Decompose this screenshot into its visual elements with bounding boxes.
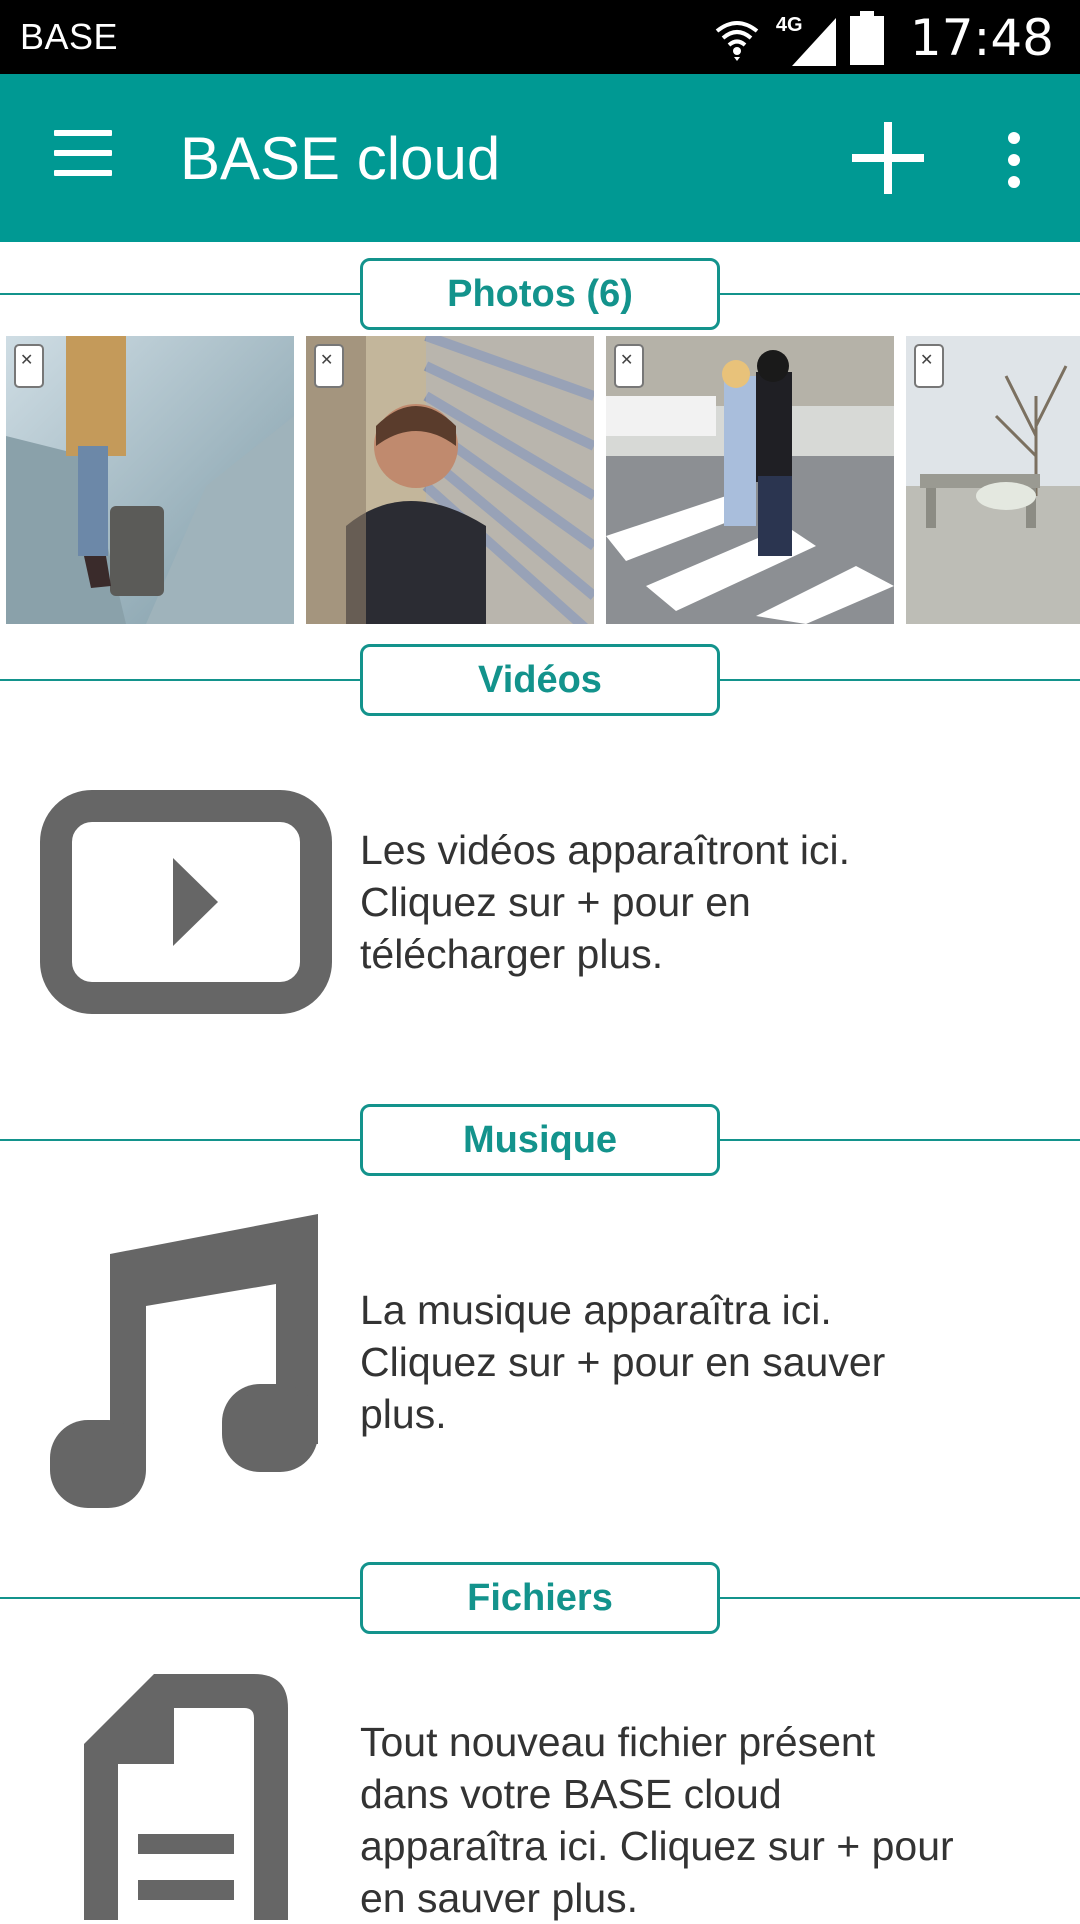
music-empty-text: La musique apparaîtra ici. Cliquez sur +… [360,1284,1040,1440]
text-line: télécharger plus. [360,931,664,977]
phone-badge-icon [614,344,644,388]
photo-image [306,336,594,624]
music-header-button[interactable]: Musique [360,1104,720,1176]
photos-section-header: Photos (6) [0,258,1080,330]
phone-badge-icon [914,344,944,388]
clock: 17:48 [909,9,1054,67]
photo-image [606,336,894,624]
photo-image [6,336,294,624]
photo-thumbnail[interactable] [6,336,294,624]
text-line: Cliquez sur + pour en sauver [360,1339,886,1385]
music-section-header: Musique [0,1104,1080,1176]
status-icons: 4G 17:48 [712,8,1054,68]
app-bar: BASE cloud [0,74,1080,242]
more-vertical-icon[interactable] [1000,132,1028,188]
wifi-icon [715,21,759,61]
phone-badge-icon [314,344,344,388]
files-empty-text: Tout nouveau fichier présent dans votre … [360,1716,1040,1924]
text-line: Les vidéos apparaîtront ici. [360,827,850,873]
text-line: en sauver plus. [360,1875,639,1921]
videos-empty-text: Les vidéos apparaîtront ici. Cliquez sur… [360,824,1040,980]
carrier-name: BASE [20,16,119,57]
photo-thumbnail[interactable] [906,336,1080,624]
battery-icon [849,11,884,65]
phone-badge-icon [14,344,44,388]
text-line: plus. [360,1391,447,1437]
cell-signal-icon [791,18,836,66]
videos-section-header: Vidéos [0,644,1080,716]
status-bar: BASE 4G 17:48 [0,0,1080,74]
app-title: BASE cloud [180,125,501,192]
videos-header-button[interactable]: Vidéos [360,644,720,716]
text-line: apparaîtra ici. Cliquez sur + pour [360,1823,954,1869]
photo-thumbnail[interactable] [306,336,594,624]
text-line: La musique apparaîtra ici. [360,1287,832,1333]
files-header-button[interactable]: Fichiers [360,1562,720,1634]
plus-icon[interactable] [848,118,928,198]
text-line: dans votre BASE cloud [360,1771,782,1817]
files-section-header: Fichiers [0,1562,1080,1634]
signal-4g: 4G [776,10,836,66]
video-play-icon [40,790,332,1014]
photos-carousel[interactable] [0,336,1080,624]
photos-header-button[interactable]: Photos (6) [360,258,720,330]
photo-thumbnail[interactable] [606,336,894,624]
music-note-icon [50,1214,318,1508]
text-line: Tout nouveau fichier présent [360,1719,876,1765]
document-icon [84,1674,288,1920]
hamburger-menu-icon[interactable] [54,130,112,182]
text-line: Cliquez sur + pour en [360,879,751,925]
